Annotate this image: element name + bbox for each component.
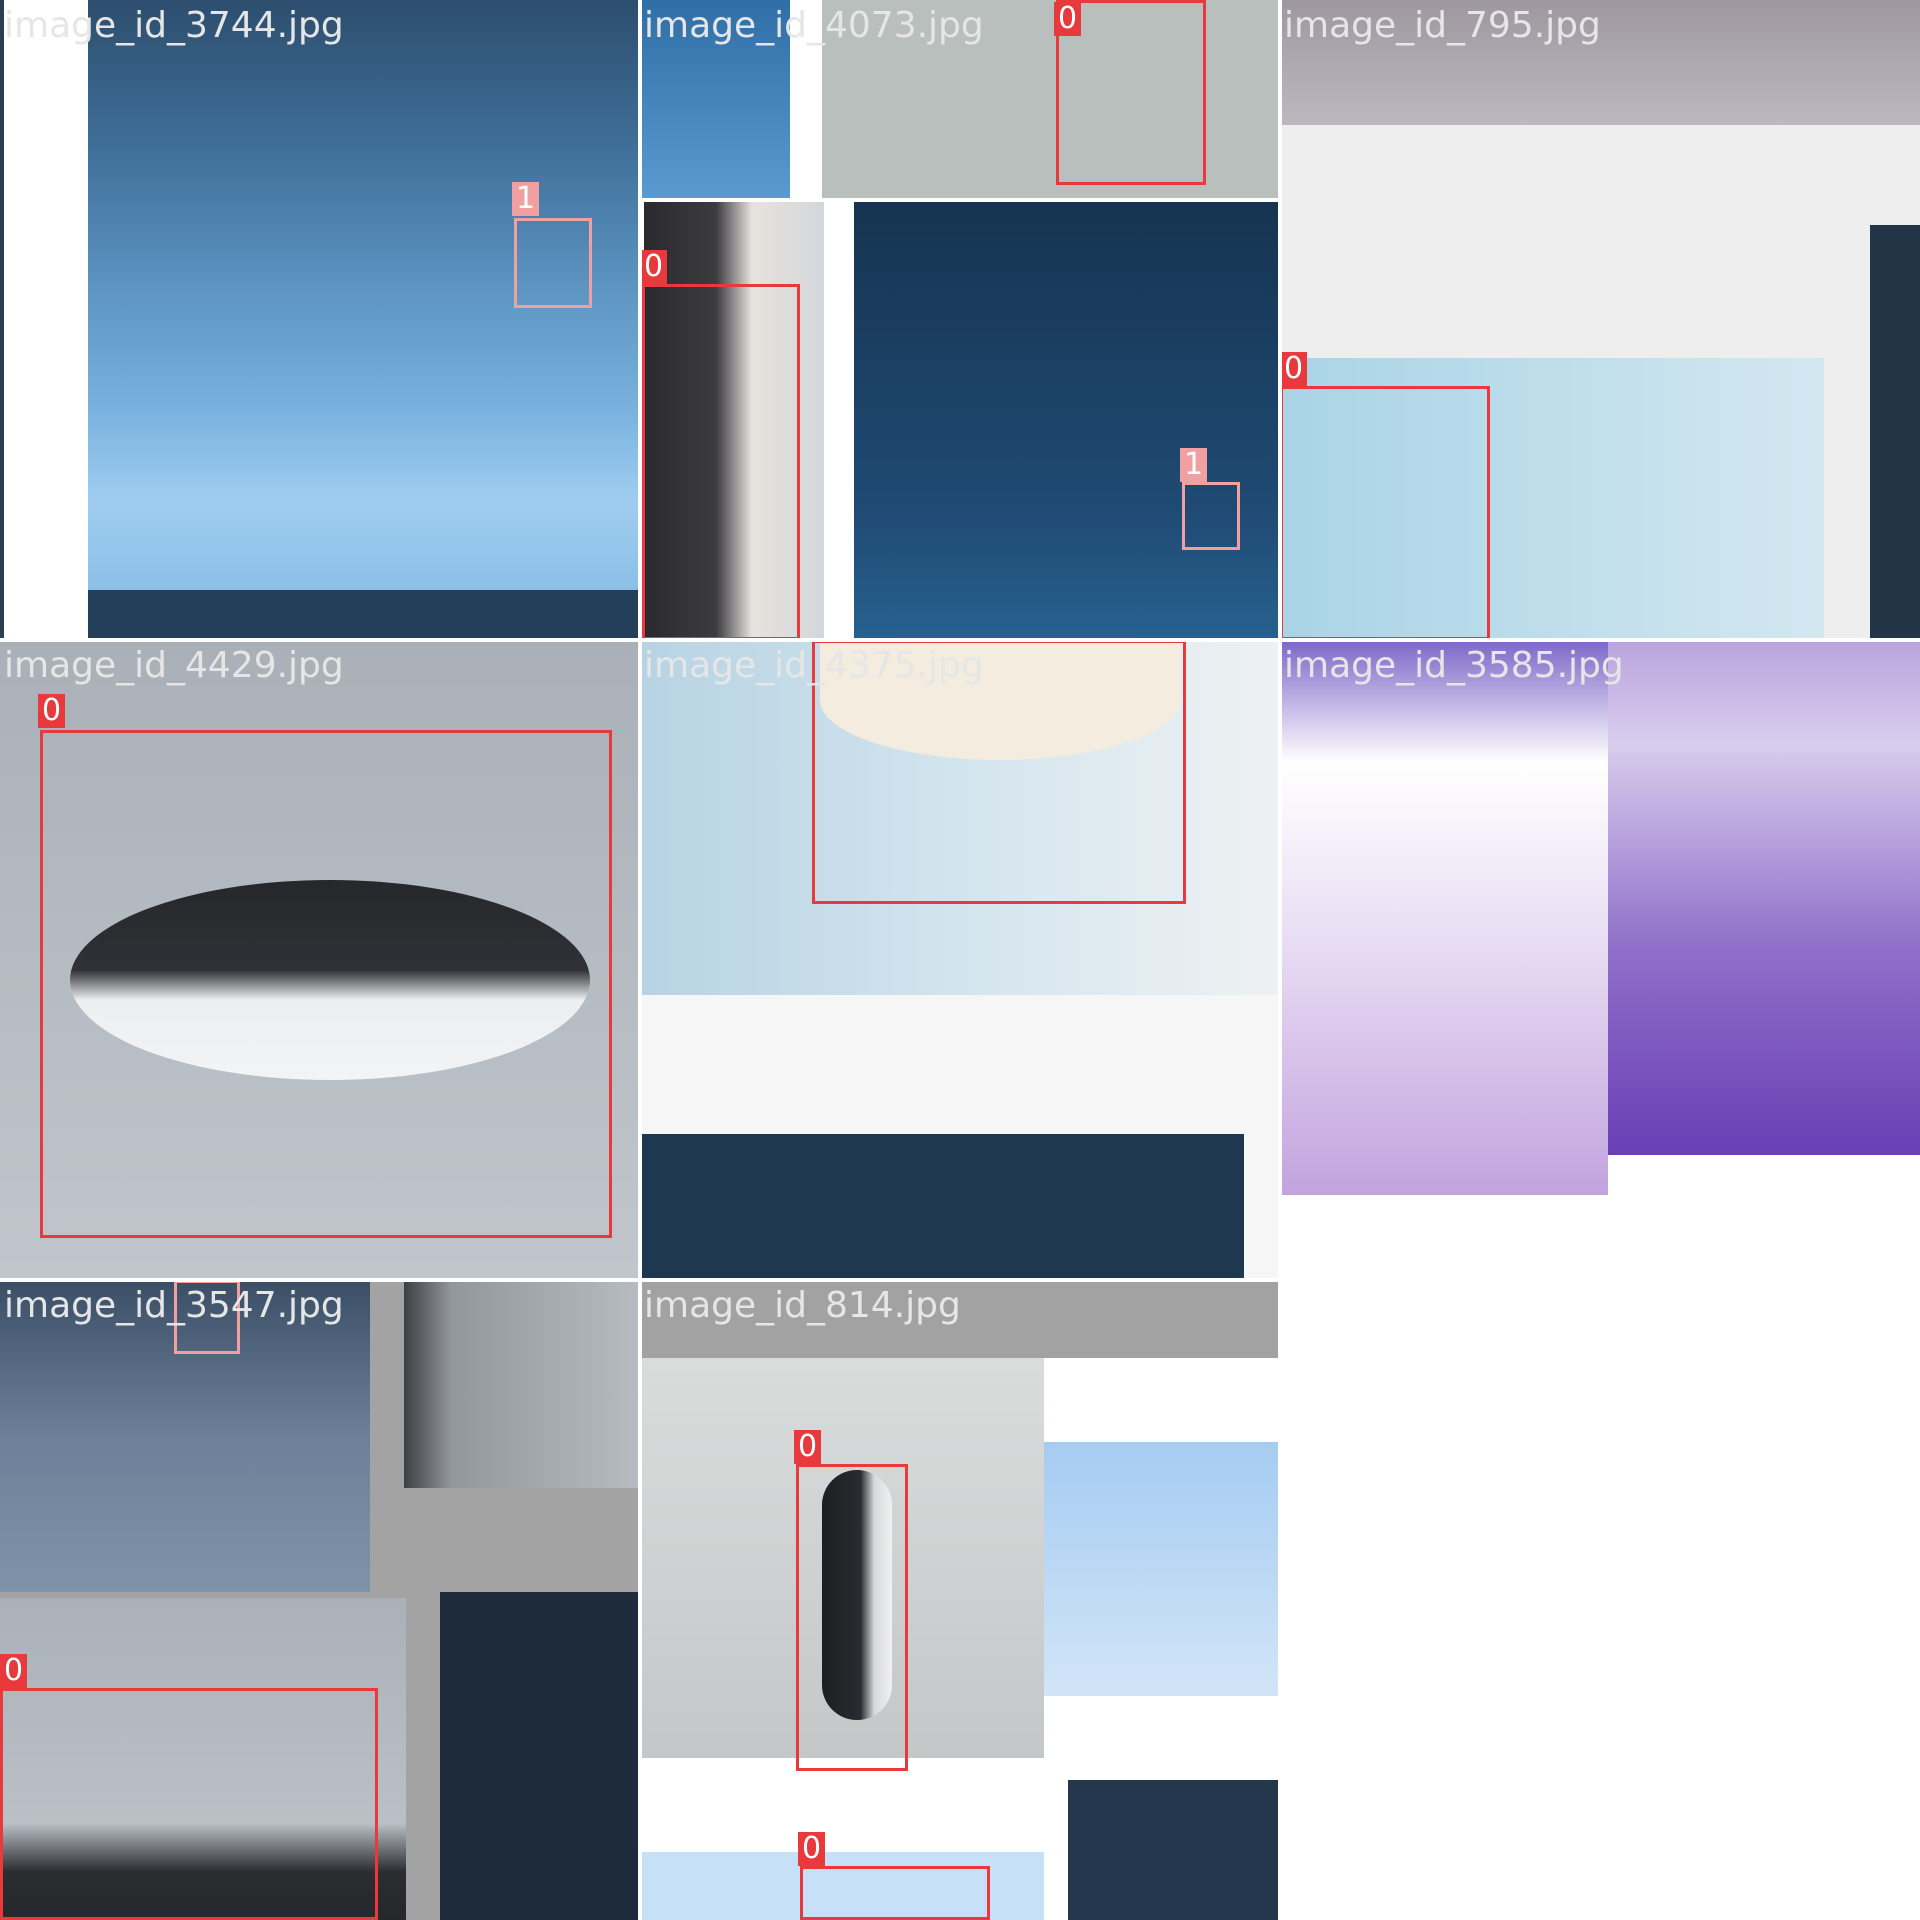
- image-caption: image_id_3585.jpg: [1284, 645, 1624, 686]
- tile-image-4375: 0 image_id_4375.jpg: [640, 640, 1280, 1280]
- image-caption: image_id_4375.jpg: [644, 645, 984, 686]
- bbox-label: 0: [1280, 352, 1308, 386]
- bbox-emperor-penguin: [796, 1464, 908, 1771]
- grid-separator: [0, 1278, 1920, 1282]
- bbox-label: 0: [640, 250, 668, 284]
- bbox-label: 0: [38, 694, 66, 728]
- image-caption: image_id_3744.jpg: [4, 5, 344, 46]
- purple-sky-photo-right: [1608, 640, 1920, 1155]
- bbox-penguin-flipper: [642, 284, 800, 640]
- tile-image-795: 0 image_id_795.jpg: [1280, 0, 1920, 640]
- image-caption: image_id_814.jpg: [644, 1285, 961, 1326]
- bbox-label: 1: [512, 182, 540, 216]
- bbox-seal: [514, 218, 592, 308]
- bbox-penguin: [1280, 386, 1490, 640]
- bbox-label: 0: [0, 1654, 28, 1688]
- bbox-penguin: [0, 1688, 378, 1920]
- image-caption: image_id_3547.jpg: [4, 1285, 344, 1326]
- tile-image-3585: image_id_3585.jpg: [1280, 640, 1920, 1280]
- dark-water-strip: [88, 590, 640, 640]
- dark-sea-photo: [854, 202, 1280, 640]
- tile-image-4429: 0 image_id_4429.jpg: [0, 640, 640, 1280]
- bbox-seal: [1182, 482, 1240, 550]
- dark-sea-photo: [1068, 1780, 1280, 1920]
- dark-sea-strip: [640, 1134, 1244, 1280]
- bbox-penguin: [800, 1866, 990, 1920]
- grid-separator: [1278, 0, 1282, 1920]
- bbox-label: 0: [794, 1430, 822, 1464]
- dark-strip: [1870, 225, 1920, 640]
- grey-wall-photo: [404, 1280, 640, 1488]
- tile-image-3547: 1 0 image_id_3547.jpg: [0, 1280, 640, 1920]
- bbox-label: 0: [798, 1832, 826, 1866]
- purple-sky-photo-left: [1280, 640, 1608, 1195]
- dark-sea-photo: [440, 1592, 640, 1920]
- image-caption: image_id_795.jpg: [1284, 5, 1601, 46]
- bbox-label: 0: [1054, 2, 1082, 36]
- left-strip: [0, 0, 4, 640]
- grid-separator: [0, 638, 1920, 642]
- tile-image-814: 0 0 image_id_814.jpg: [640, 1280, 1280, 1920]
- bbox-penguin: [40, 730, 612, 1238]
- sky-photo: [1044, 1442, 1280, 1696]
- image-caption: image_id_4429.jpg: [4, 645, 344, 686]
- grid-separator: [638, 0, 642, 1920]
- tile-image-4073: 0 0 1 image_id_4073.jpg: [640, 0, 1280, 640]
- bbox-label: 1: [1180, 448, 1208, 482]
- tile-image-3744: 1 image_id_3744.jpg: [0, 0, 640, 640]
- image-caption: image_id_4073.jpg: [644, 5, 984, 46]
